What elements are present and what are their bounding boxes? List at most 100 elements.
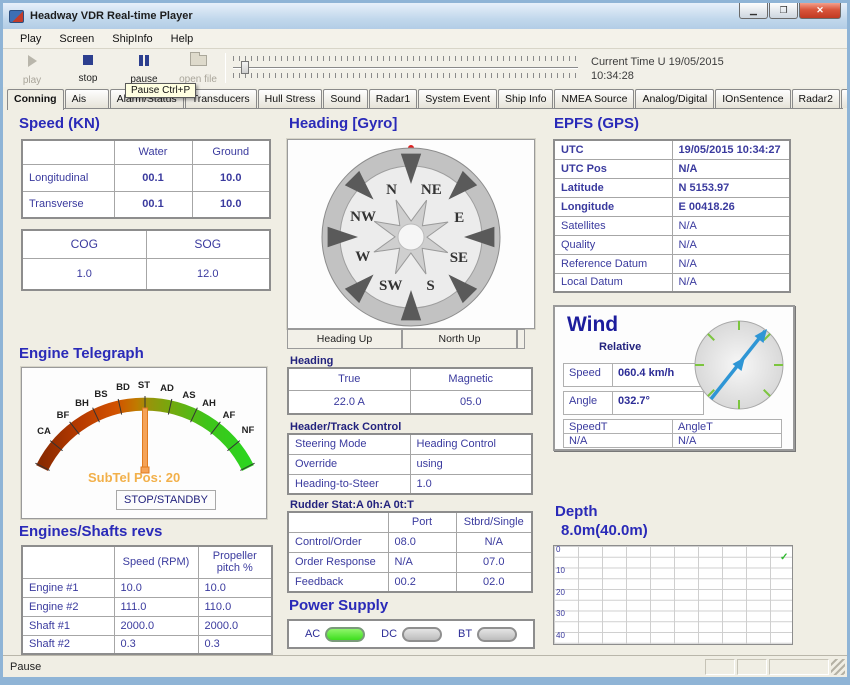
- status-text: Pause: [3, 661, 705, 673]
- maximize-button[interactable]: ❐: [769, 3, 798, 19]
- rudder-col-port: Port: [388, 512, 456, 532]
- open-file-icon: [190, 55, 207, 66]
- tab-nmea-source[interactable]: NMEA Source: [554, 89, 634, 108]
- engine-row-label: Shaft #2: [22, 635, 114, 654]
- engines-title: Engines/Shafts revs: [19, 523, 162, 540]
- track-label: Steering Mode: [288, 434, 410, 454]
- power-bt-indicator: [477, 627, 517, 642]
- table-row: Quality N/A: [554, 235, 790, 254]
- power-title: Power Supply: [289, 597, 388, 614]
- stop-label: stop: [61, 73, 115, 84]
- wind-direction-gauge: [689, 313, 789, 419]
- tab-sound[interactable]: Sound: [323, 89, 367, 108]
- table-row: Longitudinal 00.1 10.0: [22, 164, 270, 191]
- status-bar: Pause: [3, 655, 847, 677]
- power-dc: DC: [381, 627, 442, 642]
- play-button[interactable]: play: [5, 52, 59, 84]
- stop-standby-button[interactable]: STOP/STANDBY: [116, 490, 216, 510]
- pause-button[interactable]: pause: [117, 52, 171, 84]
- epfs-label: UTC Pos: [554, 159, 672, 178]
- depth-ytick: 0: [556, 545, 560, 554]
- speed-row-label: Transverse: [22, 191, 114, 218]
- telegraph-label: BH: [75, 398, 89, 409]
- tab-analog-digital[interactable]: Analog/Digital: [635, 89, 714, 108]
- close-button[interactable]: ✕: [799, 3, 841, 19]
- open-file-button[interactable]: open file: [171, 52, 225, 84]
- engine-value: 0.3: [198, 635, 272, 654]
- heading-table: True Magnetic 22.0 A 05.0: [287, 367, 533, 415]
- timeline-slider[interactable]: [233, 56, 578, 80]
- menu-play[interactable]: Play: [11, 31, 50, 47]
- compass-dir-nw: NW: [350, 209, 376, 225]
- heading-up-button[interactable]: Heading Up: [287, 329, 402, 349]
- heading-col-magnetic: Magnetic: [410, 368, 532, 390]
- compass-dir-sw: SW: [379, 278, 402, 294]
- power-ac-indicator: [325, 627, 365, 642]
- tab-conning[interactable]: Conning: [7, 89, 64, 110]
- rudder-value: 08.0: [388, 532, 456, 552]
- telegraph-label: AH: [202, 398, 216, 409]
- sog-label: SOG: [146, 230, 270, 258]
- epfs-value: N 5153.97: [672, 178, 790, 197]
- north-up-button[interactable]: North Up: [402, 329, 517, 349]
- compass-dir-e: E: [454, 210, 464, 226]
- track-control-title: Header/Track Control: [290, 421, 401, 433]
- table-row: Engine #1 10.0 10.0: [22, 578, 272, 597]
- pause-tooltip: Pause Ctrl+P: [125, 83, 196, 98]
- epfs-label: Latitude: [554, 178, 672, 197]
- stop-icon: [83, 55, 93, 65]
- table-row: Satellites N/A: [554, 216, 790, 235]
- table-row: Steering Mode Heading Control: [288, 434, 532, 454]
- tab-radar1[interactable]: Radar1: [369, 89, 417, 108]
- rudder-col-stbrd: Stbrd/Single: [456, 512, 532, 532]
- stop-button[interactable]: stop: [61, 52, 115, 84]
- tab-ecdis1[interactable]: ECDIS1: [841, 89, 850, 108]
- telegraph-panel: CA BF BH BS BD ST AD AS AH AF NF SubTel …: [21, 367, 267, 519]
- telegraph-title: Engine Telegraph: [19, 345, 144, 362]
- menu-screen[interactable]: Screen: [50, 31, 103, 47]
- epfs-label: Local Datum: [554, 273, 672, 292]
- minimize-button[interactable]: ▁: [739, 3, 768, 19]
- menu-shipinfo[interactable]: ShipInfo: [103, 31, 161, 47]
- power-supply-panel: AC DC BT: [287, 619, 535, 649]
- depth-trace-marker: ✓: [780, 552, 788, 563]
- pause-icon: [139, 55, 149, 66]
- tab-hull-stress[interactable]: Hull Stress: [258, 89, 323, 108]
- tab-ship-info[interactable]: Ship Info: [498, 89, 553, 108]
- tab-system-event[interactable]: System Event: [418, 89, 497, 108]
- track-control-table: Steering Mode Heading Control Override u…: [287, 433, 533, 495]
- epfs-value: N/A: [672, 159, 790, 178]
- cog-label: COG: [22, 230, 146, 258]
- current-time: Current Time U 19/05/2015 10:34:28: [591, 55, 724, 83]
- engine-row-label: Engine #2: [22, 597, 114, 616]
- power-bt-label: BT: [458, 628, 472, 640]
- tab-radar2[interactable]: Radar2: [792, 89, 840, 108]
- tab-ionsentence[interactable]: IOnSentence: [715, 89, 790, 108]
- play-icon: [28, 55, 37, 67]
- telegraph-label: BD: [116, 382, 130, 393]
- track-value: Heading Control: [410, 434, 532, 454]
- depth-ytick: 20: [556, 588, 565, 597]
- engines-col-speed: Speed (RPM): [114, 546, 198, 578]
- toolbar: play stop pause open file Current Time U…: [3, 49, 847, 87]
- cog-value: 1.0: [22, 258, 146, 290]
- slider-track[interactable]: [233, 61, 578, 73]
- heading-col-true: True: [288, 368, 410, 390]
- engines-table: Speed (RPM) Propeller pitch % Engine #1 …: [21, 545, 273, 655]
- menu-help[interactable]: Help: [162, 31, 203, 47]
- rudder-label: Order Response: [288, 552, 388, 572]
- depth-title: Depth: [555, 503, 598, 520]
- telegraph-label: AF: [223, 410, 236, 421]
- engine-row-label: Shaft #1: [22, 616, 114, 635]
- compass-rose: N NE E SE S SW W NW: [288, 140, 534, 328]
- heading-title: Heading: [290, 355, 333, 367]
- speed-value: 00.1: [114, 191, 192, 218]
- resize-grip[interactable]: [831, 659, 845, 675]
- table-row: 22.0 A 05.0: [288, 390, 532, 414]
- engine-row-label: Engine #1: [22, 578, 114, 597]
- slider-thumb[interactable]: [241, 61, 249, 74]
- epfs-value: N/A: [672, 235, 790, 254]
- toolbar-separator: [225, 53, 226, 83]
- engine-value: 0.3: [114, 635, 198, 654]
- tab-ais[interactable]: Ais: [65, 89, 109, 108]
